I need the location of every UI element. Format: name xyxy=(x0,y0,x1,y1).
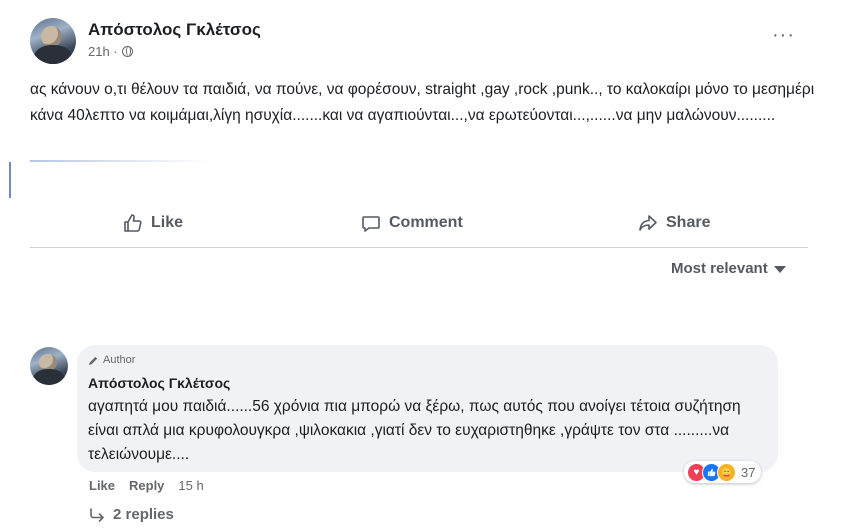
thumbs-up-icon xyxy=(124,214,142,232)
commenter-avatar[interactable] xyxy=(30,347,68,385)
comment-author-name[interactable]: Απόστολος Γκλέτσος xyxy=(88,375,230,391)
comment-reply-link[interactable]: Reply xyxy=(129,478,164,493)
comment-icon xyxy=(362,216,380,232)
share-icon xyxy=(639,215,657,231)
comment-text: αγαπητά μου παιδιά......56 χρόνια πια μπ… xyxy=(88,398,741,463)
sort-label: Most relevant xyxy=(671,260,768,277)
reply-arrow-icon xyxy=(90,507,104,522)
replies-label: 2 replies xyxy=(113,506,174,523)
more-options-button[interactable]: ··· xyxy=(772,25,795,45)
care-icon xyxy=(717,462,736,482)
comment-actions: Like Reply 15 h xyxy=(89,478,204,493)
view-replies-link[interactable]: 2 replies xyxy=(89,506,174,523)
comment-button[interactable]: Comment xyxy=(361,210,463,236)
comment-reactions[interactable]: ♥ 37 xyxy=(684,461,762,483)
post-author-name[interactable]: Απόστολος Γκλέτσος xyxy=(88,20,261,40)
like-button[interactable]: Like xyxy=(123,210,183,236)
author-badge: Author xyxy=(88,354,135,366)
comment-sort-dropdown[interactable]: Most relevant xyxy=(671,260,786,277)
caret-down-icon xyxy=(773,266,786,273)
comment-label: Comment xyxy=(389,214,463,231)
post-meta: 21h · xyxy=(88,44,133,59)
facebook-post: Απόστολος Γκλέτσος 21h · ··· ας κάνουν ο… xyxy=(0,0,841,529)
divider xyxy=(30,160,210,162)
post-text: ας κάνουν ο,τι θέλουν τα παιδιά, να πούν… xyxy=(30,81,815,124)
author-badge-label: Author xyxy=(103,354,136,366)
author-avatar[interactable] xyxy=(30,18,76,64)
share-button[interactable]: Share xyxy=(638,210,710,236)
globe-icon xyxy=(121,46,133,57)
like-label: Like xyxy=(151,214,184,231)
comment-like-link[interactable]: Like xyxy=(89,478,115,493)
share-label: Share xyxy=(666,214,711,231)
comment-time[interactable]: 15 h xyxy=(178,478,203,493)
divider xyxy=(9,162,11,198)
pencil-icon xyxy=(88,356,98,365)
post-time[interactable]: 21h · xyxy=(88,44,118,59)
divider xyxy=(30,247,808,248)
reaction-count: 37 xyxy=(741,464,756,480)
